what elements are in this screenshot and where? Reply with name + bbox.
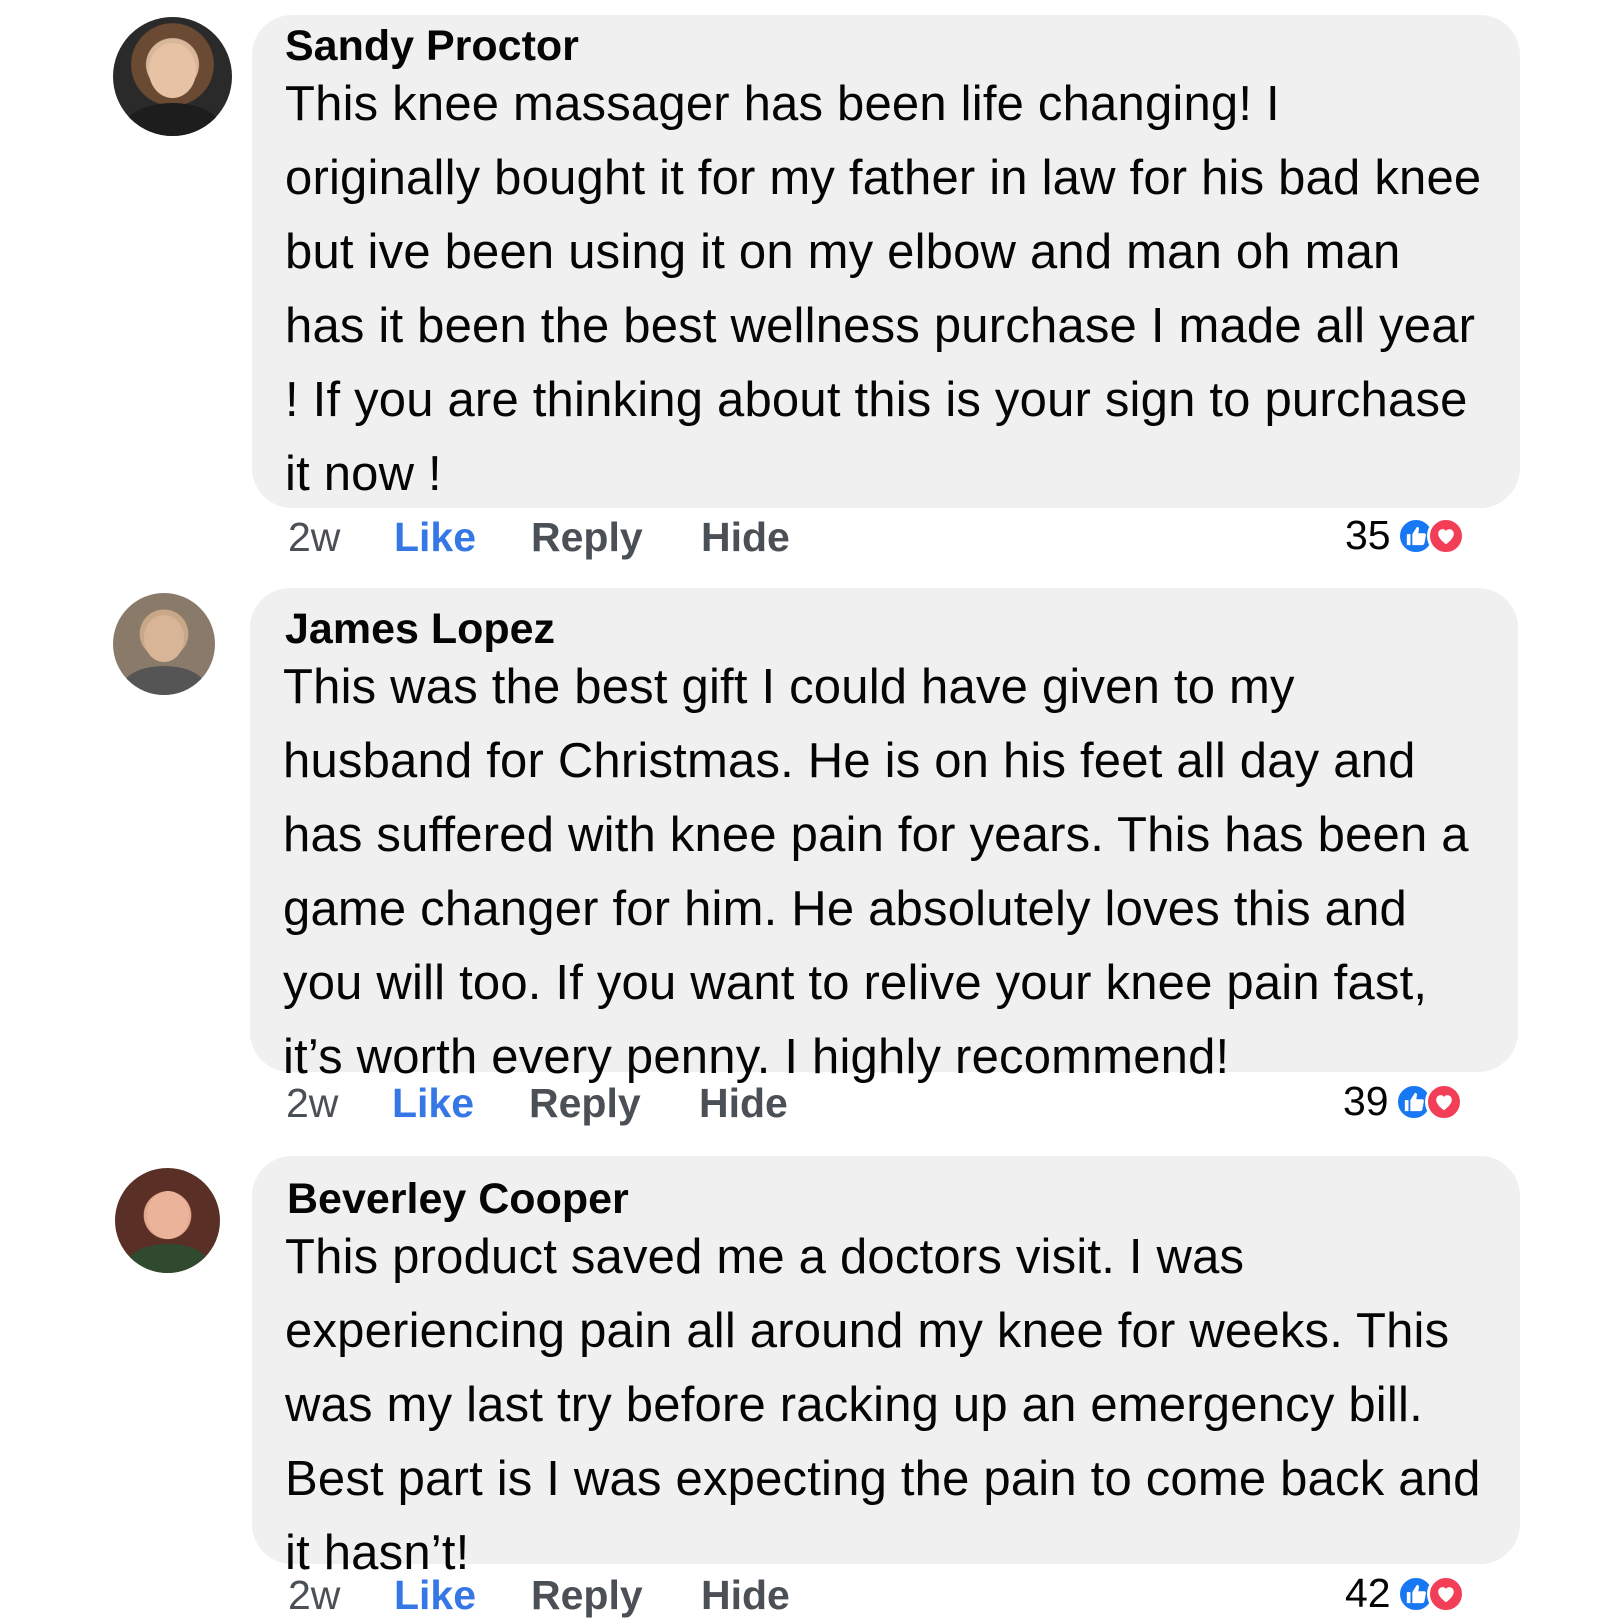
avatar[interactable] <box>115 1168 220 1273</box>
reaction-summary[interactable]: 42 <box>1345 1570 1465 1617</box>
comment-bubble: Beverley Cooper This product saved me a … <box>252 1156 1520 1580</box>
comment-timestamp[interactable]: 2w <box>288 1570 394 1620</box>
reaction-count: 42 <box>1345 1570 1391 1616</box>
comment-actions: 2w Like Reply Hide <box>288 1570 790 1620</box>
comment-text: This product saved me a doctors visit. I… <box>285 1230 1481 1580</box>
heart-icon <box>1426 1574 1465 1613</box>
comment: Beverley Cooper This product saved me a … <box>0 0 1620 1620</box>
reply-button[interactable]: Reply <box>531 1570 701 1620</box>
comment-author[interactable]: Beverley Cooper <box>287 1174 1520 1224</box>
hide-button[interactable]: Hide <box>701 1570 790 1620</box>
like-button[interactable]: Like <box>394 1570 531 1620</box>
